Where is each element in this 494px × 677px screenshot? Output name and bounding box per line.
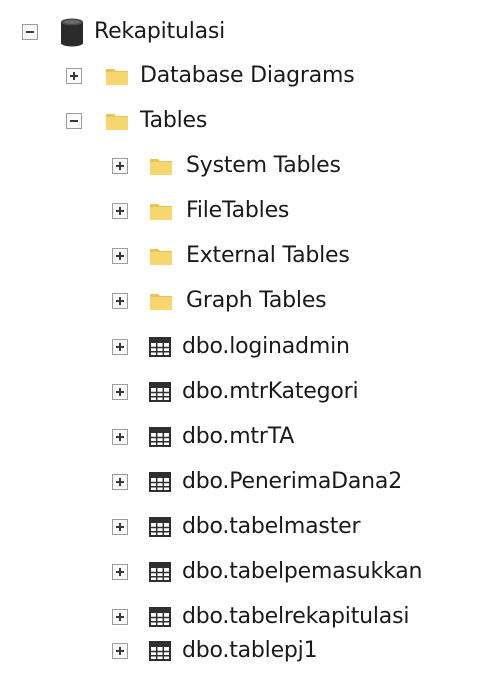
tree-node-graph-tables[interactable]: Graph Tables: [112, 281, 327, 321]
tree-node-label: dbo.mtrKategori: [182, 379, 359, 404]
tree-node-external-tables[interactable]: External Tables: [112, 236, 350, 276]
tree-node-label: dbo.loginadmin: [182, 334, 350, 359]
folder-icon: [104, 110, 130, 132]
tree-node-label: FileTables: [186, 198, 290, 223]
tree-node-filetables[interactable]: FileTables: [112, 191, 289, 231]
expand-toggle[interactable]: [112, 519, 128, 535]
table-icon: [148, 426, 172, 448]
tree-node-rekapitulasi[interactable]: Rekapitulasi: [22, 12, 225, 52]
table-icon: [148, 471, 172, 493]
expand-toggle[interactable]: [112, 474, 128, 490]
expand-toggle[interactable]: [112, 293, 128, 309]
tree-node-label: dbo.tabelmaster: [182, 514, 361, 539]
tree-node-table[interactable]: dbo.tabelpemasukkan: [112, 552, 422, 592]
expand-toggle[interactable]: [112, 564, 128, 580]
table-icon: [148, 640, 172, 662]
tree-node-label: dbo.mtrTA: [182, 424, 295, 449]
expand-toggle[interactable]: [112, 643, 128, 659]
tree-node-label: dbo.PenerimaDana2: [182, 469, 403, 494]
tree-node-tables[interactable]: Tables: [66, 101, 207, 141]
tree-node-system-tables[interactable]: System Tables: [112, 146, 341, 186]
collapse-toggle[interactable]: [66, 113, 82, 129]
folder-icon: [148, 155, 174, 177]
folder-icon: [148, 200, 174, 222]
tree-node-label: Database Diagrams: [140, 63, 355, 88]
table-icon: [148, 336, 172, 358]
expand-toggle[interactable]: [112, 203, 128, 219]
expand-toggle[interactable]: [112, 384, 128, 400]
tree-node-label: External Tables: [186, 243, 350, 268]
tree-node-table[interactable]: dbo.mtrTA: [112, 417, 294, 457]
tree-node-label: dbo.tabelpemasukkan: [182, 559, 423, 584]
tree-node-database-diagrams[interactable]: Database Diagrams: [66, 56, 355, 96]
expand-toggle[interactable]: [112, 429, 128, 445]
tree-node-label: System Tables: [186, 153, 341, 178]
tree-node-label: Tables: [140, 108, 208, 133]
collapse-toggle[interactable]: [22, 24, 38, 40]
folder-icon: [104, 65, 130, 87]
table-icon: [148, 606, 172, 628]
tree-node-label: Graph Tables: [186, 288, 327, 313]
table-icon: [148, 381, 172, 403]
tree-node-table[interactable]: dbo.mtrKategori: [112, 372, 359, 412]
tree-node-table[interactable]: dbo.tablepj1: [112, 631, 318, 671]
table-icon: [148, 561, 172, 583]
tree-node-label: Rekapitulasi: [94, 19, 226, 44]
expand-toggle[interactable]: [112, 248, 128, 264]
expand-toggle[interactable]: [112, 339, 128, 355]
expand-toggle[interactable]: [66, 68, 82, 84]
expand-toggle[interactable]: [112, 609, 128, 625]
tree-node-label: dbo.tablepj1: [182, 638, 318, 663]
tree-node-table[interactable]: dbo.loginadmin: [112, 327, 350, 367]
folder-icon: [148, 290, 174, 312]
expand-toggle[interactable]: [112, 158, 128, 174]
tree-node-table[interactable]: dbo.PenerimaDana2: [112, 462, 402, 502]
folder-icon: [148, 245, 174, 267]
object-explorer-tree: Rekapitulasi Database Diagrams Tables Sy…: [0, 0, 494, 677]
table-icon: [148, 516, 172, 538]
tree-node-table[interactable]: dbo.tabelmaster: [112, 507, 360, 547]
database-icon: [58, 16, 86, 48]
